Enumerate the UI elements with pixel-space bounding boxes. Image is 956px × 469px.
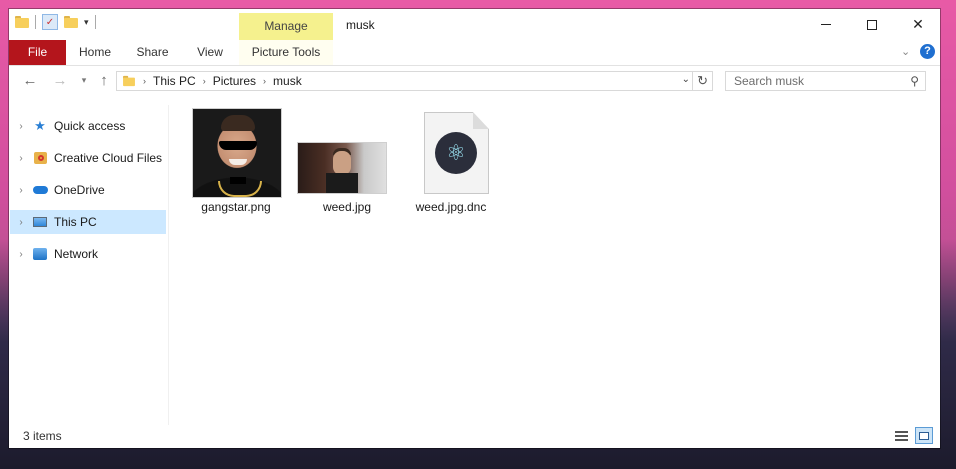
toolbar-divider <box>35 15 36 29</box>
large-icons-icon <box>919 431 929 440</box>
document-fold <box>473 112 489 129</box>
creative-cloud-icon <box>32 150 48 166</box>
breadcrumb-separator-icon[interactable]: › <box>143 76 146 86</box>
arrow-right-icon: → <box>52 71 68 89</box>
folder-icon <box>123 75 135 87</box>
expand-ribbon-icon[interactable]: ⌄ <box>901 45 910 58</box>
customize-dropdown-icon[interactable]: ▾ <box>84 17 89 28</box>
item-count: 3 items <box>23 429 62 443</box>
file-item-weed-dnc[interactable]: ⚛ weed.jpg.dnc <box>401 106 501 221</box>
sidebar-item-quick-access[interactable]: › ★ Quick access <box>10 114 166 138</box>
sidebar-item-label: This PC <box>54 215 97 229</box>
folder-icon[interactable] <box>15 16 29 28</box>
details-view-button[interactable] <box>893 428 910 443</box>
breadcrumb-this-pc[interactable]: This PC <box>153 74 196 88</box>
sidebar-item-label: Network <box>54 247 99 261</box>
forward-button[interactable]: → <box>51 71 69 89</box>
back-button[interactable]: ← <box>21 71 39 89</box>
arrow-left-icon: ← <box>22 71 38 89</box>
expand-chevron-icon[interactable]: › <box>10 153 32 164</box>
file-name: weed.jpg <box>322 200 372 214</box>
ribbon-tabs: File Home Share View Picture Tools ⌄ ? <box>9 40 940 66</box>
search-input[interactable] <box>726 72 904 90</box>
maximize-icon <box>867 19 877 30</box>
expand-chevron-icon[interactable]: › <box>10 249 32 260</box>
file-item-weed-jpg[interactable]: weed.jpg <box>297 106 397 221</box>
minimize-icon <box>821 24 831 25</box>
large-icons-view-button[interactable] <box>915 427 933 444</box>
title-bar: ✓ ▾ Manage musk ✕ <box>9 9 940 40</box>
computer-icon <box>32 214 48 230</box>
image-thumbnail <box>297 142 387 194</box>
close-button[interactable]: ✕ <box>895 9 941 40</box>
breadcrumb-musk[interactable]: musk <box>273 74 302 88</box>
file-name: weed.jpg.dnc <box>415 200 487 214</box>
image-thumbnail <box>192 108 282 198</box>
expand-chevron-icon[interactable]: › <box>10 121 32 132</box>
minimize-button[interactable] <box>803 9 849 40</box>
star-icon: ★ <box>34 118 46 133</box>
sidebar-item-this-pc[interactable]: › This PC <box>10 210 166 234</box>
recent-locations-button[interactable]: ▾ <box>75 71 93 89</box>
help-icon[interactable]: ? <box>920 44 935 59</box>
toolbar-divider <box>94 15 96 29</box>
expand-chevron-icon[interactable]: › <box>10 217 32 228</box>
cloud-icon <box>32 182 48 198</box>
search-box[interactable]: ⚲ <box>725 71 926 91</box>
maximize-button[interactable] <box>849 9 895 40</box>
address-dropdown-icon[interactable]: ⌄ <box>682 74 690 85</box>
file-explorer-window: ✓ ▾ Manage musk ✕ File Home Share View P… <box>9 9 940 448</box>
sidebar-item-label: OneDrive <box>54 183 105 197</box>
navigation-pane: › ★ Quick access › Creative Cloud Files … <box>9 105 169 425</box>
address-divider <box>692 72 693 90</box>
search-icon: ⚲ <box>910 74 919 88</box>
breadcrumb-separator-icon[interactable]: › <box>203 76 206 86</box>
sidebar-item-creative-cloud[interactable]: › Creative Cloud Files <box>10 146 166 170</box>
sidebar-item-network[interactable]: › Network <box>10 242 166 266</box>
file-name: gangstar.png <box>201 200 271 214</box>
sidebar-item-label: Creative Cloud Files <box>54 151 163 165</box>
file-item-gangstar[interactable]: gangstar.png <box>186 106 286 221</box>
close-icon: ✕ <box>912 16 924 32</box>
tab-home[interactable]: Home <box>69 40 121 65</box>
sidebar-item-label: Quick access <box>54 119 126 133</box>
window-title: musk <box>346 18 375 32</box>
sidebar-item-onedrive[interactable]: › OneDrive <box>10 178 166 202</box>
breadcrumb-separator-icon[interactable]: › <box>263 76 266 86</box>
chevron-down-icon: ▾ <box>81 74 87 85</box>
status-bar: 3 items <box>9 425 940 448</box>
manage-contextual-tab[interactable]: Manage <box>239 13 333 40</box>
breadcrumb-pictures[interactable]: Pictures <box>213 74 256 88</box>
quick-access-toolbar: ✓ ▾ <box>15 14 96 30</box>
atom-app-icon: ⚛ <box>435 132 477 174</box>
properties-icon[interactable]: ✓ <box>42 14 58 30</box>
tab-file[interactable]: File <box>9 40 66 65</box>
address-bar[interactable]: › This PC › Pictures › musk ⌄ ↻ <box>116 71 713 91</box>
new-folder-icon[interactable] <box>64 16 78 28</box>
tab-view[interactable]: View <box>184 40 236 65</box>
tab-picture-tools[interactable]: Picture Tools <box>239 40 333 65</box>
navigation-bar: ← → ▾ ↑ › This PC › Pictures › musk ⌄ ↻ … <box>9 67 940 95</box>
tab-share[interactable]: Share <box>126 40 179 65</box>
arrow-up-icon: ↑ <box>100 71 108 89</box>
network-icon <box>32 246 48 262</box>
file-list: gangstar.png weed.jpg ⚛ weed.jpg.dnc <box>184 106 924 416</box>
up-button[interactable]: ↑ <box>95 71 113 89</box>
refresh-icon[interactable]: ↻ <box>697 73 708 89</box>
expand-chevron-icon[interactable]: › <box>10 185 32 196</box>
